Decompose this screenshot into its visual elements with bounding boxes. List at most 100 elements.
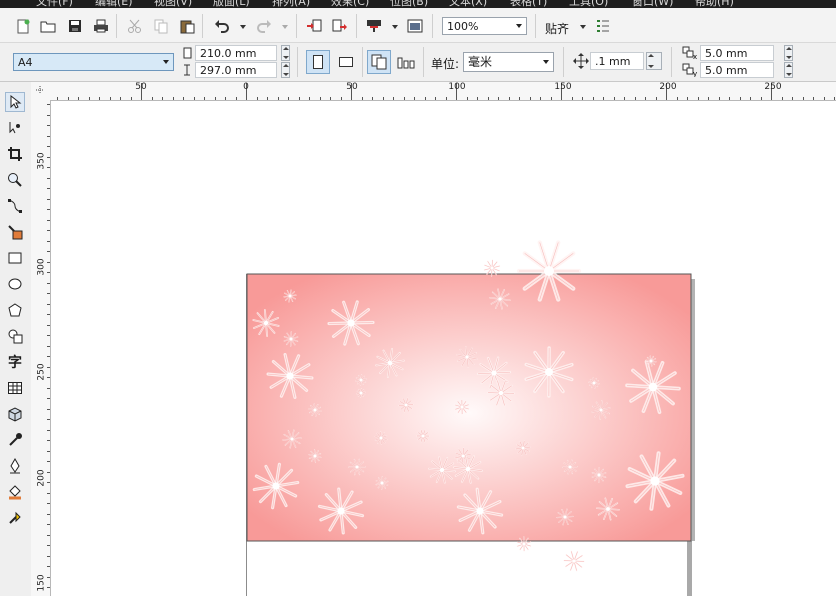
new-document-icon[interactable] [14, 17, 32, 35]
fill-tool-icon[interactable] [5, 482, 25, 502]
v-ruler-label: 300 [36, 258, 47, 276]
smart-fill-tool-icon[interactable] [5, 222, 25, 242]
flower [563, 550, 585, 572]
page-width-field[interactable]: 210.0 mm [195, 45, 277, 61]
current-page-button[interactable] [394, 50, 418, 74]
snap-dropdown-icon[interactable] [580, 25, 586, 29]
menu-text[interactable]: 文本(X) [449, 0, 487, 8]
duplicate-y-spinner[interactable] [784, 62, 793, 78]
zoom-tool-icon[interactable] [5, 170, 25, 190]
portrait-page-icon [313, 55, 323, 69]
save-icon[interactable] [66, 17, 84, 35]
ruler-origin[interactable] [31, 82, 51, 101]
duplicate-distance-y-field[interactable]: 5.0 mm [700, 62, 774, 78]
polygon-tool-icon[interactable] [5, 300, 25, 320]
zoom-level-value: 100% [447, 20, 479, 33]
options-icon[interactable] [594, 17, 612, 35]
import-icon[interactable] [305, 17, 323, 35]
launcher-dropdown-icon[interactable] [392, 25, 398, 29]
page-height-spinner[interactable] [281, 62, 290, 78]
portrait-button[interactable] [306, 50, 330, 74]
h-ruler-label: 0 [243, 82, 249, 92]
chevron-down-icon [516, 24, 522, 28]
copy-icon[interactable] [152, 17, 170, 35]
artwork[interactable] [51, 101, 836, 596]
menu-edit[interactable]: 编辑(E) [95, 0, 133, 8]
page-height-value: 297.0 mm [200, 64, 257, 77]
v-ruler-label: 200 [36, 469, 47, 487]
text-tool-icon[interactable]: 字 [5, 352, 25, 372]
duplicate-y-value: 5.0 mm [705, 64, 748, 77]
h-ruler-label: 200 [659, 82, 677, 92]
crop-tool-icon[interactable] [5, 144, 25, 164]
redo-dropdown-icon[interactable] [282, 25, 288, 29]
application-launcher-icon[interactable] [365, 17, 383, 35]
page-height-field[interactable]: 297.0 mm [195, 62, 277, 78]
redo-icon[interactable] [255, 17, 273, 35]
freehand-tool-icon[interactable] [5, 196, 25, 216]
ellipse-tool-icon[interactable] [5, 274, 25, 294]
toolbox: 字 [0, 82, 32, 596]
paste-icon[interactable] [178, 17, 196, 35]
pick-tool-icon[interactable] [5, 92, 25, 112]
page-size-value: A4 [18, 56, 33, 69]
page-width-value: 210.0 mm [200, 47, 257, 60]
eyedropper-tool-icon[interactable] [5, 430, 25, 450]
undo-icon[interactable] [213, 17, 231, 35]
shape-tool-icon[interactable] [5, 118, 25, 138]
menu-arrange[interactable]: 排列(A) [272, 0, 310, 8]
current-page-icon [397, 57, 415, 69]
cut-icon[interactable] [126, 17, 144, 35]
welcome-screen-icon[interactable] [406, 17, 424, 35]
extrude-tool-icon[interactable] [5, 404, 25, 424]
export-icon[interactable] [331, 17, 349, 35]
v-ruler-label: 250 [36, 363, 47, 381]
drawing-canvas[interactable] [51, 101, 836, 596]
rectangle-tool-icon[interactable] [5, 248, 25, 268]
duplicate-distance-x-field[interactable]: 5.0 mm [700, 45, 774, 61]
open-folder-icon[interactable] [39, 17, 57, 35]
vertical-ruler[interactable]: 350 300 250 200 150 [31, 100, 51, 596]
menu-bitmaps[interactable]: 位图(B) [390, 0, 428, 8]
h-ruler-label: 250 [764, 82, 782, 92]
chevron-down-icon [543, 60, 549, 64]
h-ruler-label: 150 [554, 82, 572, 92]
property-bar: A4 210.0 mm 297.0 mm 单位: 毫米 .1 mm x 5.0 … [0, 43, 836, 82]
units-combo[interactable]: 毫米 [463, 52, 554, 72]
page-width-spinner[interactable] [281, 45, 290, 61]
svg-text:y: y [693, 70, 697, 77]
page-height-icon [181, 64, 193, 76]
menu-table[interactable]: 表格(T) [510, 0, 547, 8]
menu-view[interactable]: 视图(V) [154, 0, 192, 8]
v-ruler-label: 150 [36, 574, 47, 592]
menu-help[interactable]: 帮助(H) [695, 0, 734, 8]
interactive-fill-tool-icon[interactable] [5, 508, 25, 528]
snap-to-label[interactable]: 贴齐 [545, 20, 569, 37]
menu-effects[interactable]: 效果(C) [331, 0, 369, 8]
duplicate-x-icon: x [682, 46, 698, 61]
undo-dropdown-icon[interactable] [240, 25, 246, 29]
zoom-level-combo[interactable]: 100% [442, 17, 527, 35]
page-width-icon [183, 47, 193, 59]
duplicate-x-spinner[interactable] [784, 45, 793, 61]
all-pages-button[interactable] [367, 50, 391, 74]
outline-tool-icon[interactable] [5, 456, 25, 476]
standard-toolbar: 100% 贴齐 [0, 8, 836, 43]
v-ruler-label: 350 [36, 152, 47, 170]
menu-file[interactable]: 文件(F) [36, 0, 73, 8]
nudge-distance-field[interactable]: .1 mm [590, 52, 644, 70]
menu-tools[interactable]: 工具(O) [569, 0, 608, 8]
h-ruler-label: 50 [135, 82, 147, 92]
page-size-combo[interactable]: A4 [13, 53, 174, 71]
h-ruler-label: 100 [448, 82, 466, 92]
landscape-page-icon [339, 57, 353, 67]
nudge-spinner[interactable] [646, 52, 662, 70]
print-icon[interactable] [92, 17, 110, 35]
menu-layout[interactable]: 版面(L) [213, 0, 250, 8]
svg-text:x: x [693, 53, 697, 60]
basic-shapes-tool-icon[interactable] [5, 326, 25, 346]
menu-window[interactable]: 窗口(W) [632, 0, 673, 8]
landscape-button[interactable] [334, 50, 358, 74]
horizontal-ruler[interactable]: 50 0 50 100 150 200 250 [50, 82, 836, 101]
table-tool-icon[interactable] [5, 378, 25, 398]
